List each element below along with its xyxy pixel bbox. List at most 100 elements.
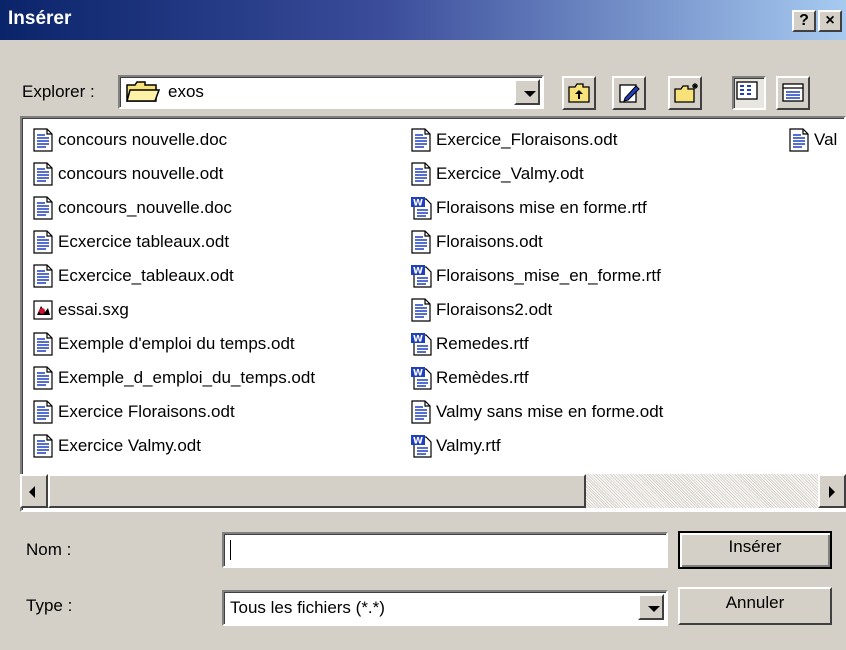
details-view-icon xyxy=(782,83,804,102)
file-name: Exemple_d_emploi_du_temps.odt xyxy=(58,368,316,387)
document-icon xyxy=(32,230,54,254)
file-item[interactable]: Floraisons.odt xyxy=(410,226,543,258)
svg-text:W: W xyxy=(413,267,423,277)
new-folder-button[interactable] xyxy=(668,76,702,110)
chevron-down-icon xyxy=(648,606,660,612)
window-title: Insérer xyxy=(8,8,72,29)
close-icon: × xyxy=(825,12,835,29)
insert-button-label: Insérer xyxy=(728,537,782,556)
document-icon xyxy=(32,264,54,288)
file-name: Floraisons.odt xyxy=(436,232,543,251)
file-name: Ecxercice tableaux.odt xyxy=(58,232,230,251)
document-icon xyxy=(32,128,54,152)
document-icon xyxy=(410,298,432,322)
type-select[interactable]: Tous les fichiers (*.*) xyxy=(222,590,668,626)
document-icon xyxy=(410,128,432,152)
sxg-file-icon xyxy=(32,298,54,322)
file-item[interactable]: W Floraisons mise en forme.rtf xyxy=(410,192,647,224)
file-item[interactable]: W Remedes.rtf xyxy=(410,328,529,360)
file-name: Valmy sans mise en forme.odt xyxy=(436,402,664,421)
cancel-button-label: Annuler xyxy=(725,593,785,612)
arrow-right-icon xyxy=(829,486,835,498)
file-item[interactable]: Exemple_d_emploi_du_temps.odt xyxy=(32,362,315,394)
file-item[interactable]: concours nouvelle.doc xyxy=(32,124,227,156)
close-button[interactable]: × xyxy=(818,10,842,32)
svg-text:W: W xyxy=(413,369,423,379)
document-icon xyxy=(32,332,54,356)
edit-button[interactable] xyxy=(612,76,646,110)
file-item[interactable]: concours nouvelle.odt xyxy=(32,158,223,190)
document-icon xyxy=(410,230,432,254)
explorer-dropdown-button[interactable] xyxy=(514,79,540,105)
file-item[interactable]: Floraisons2.odt xyxy=(410,294,552,326)
explorer-combo[interactable]: exos xyxy=(118,75,544,109)
file-name: concours nouvelle.odt xyxy=(58,164,224,183)
file-item[interactable]: Valmy sans mise en forme.odt xyxy=(410,396,663,428)
file-name: Floraisons mise en forme.rtf xyxy=(436,198,647,217)
file-name: Exercice Floraisons.odt xyxy=(58,402,235,421)
document-icon xyxy=(32,162,54,186)
file-item[interactable]: Val xyxy=(788,124,837,156)
details-view-button[interactable] xyxy=(776,76,810,110)
explorer-folder-name: exos xyxy=(168,82,204,101)
file-name: Floraisons_mise_en_forme.rtf xyxy=(436,266,661,285)
file-name: Floraisons2.odt xyxy=(436,300,553,319)
document-icon xyxy=(788,128,810,152)
file-name: Exemple d'emploi du temps.odt xyxy=(58,334,295,353)
file-item[interactable]: essai.sxg xyxy=(32,294,129,326)
file-item[interactable]: Ecxercice_tableaux.odt xyxy=(32,260,234,292)
horizontal-scrollbar[interactable] xyxy=(20,474,846,508)
explorer-label: Explorer : xyxy=(22,82,95,101)
document-icon xyxy=(32,434,54,458)
file-item[interactable]: W Floraisons_mise_en_forme.rtf xyxy=(410,260,661,292)
file-item[interactable]: Exercice Floraisons.odt xyxy=(32,396,235,428)
file-name: concours nouvelle.doc xyxy=(58,130,228,149)
file-name: Remèdes.rtf xyxy=(436,368,529,387)
help-button[interactable]: ? xyxy=(792,10,816,32)
cancel-button[interactable]: Annuler xyxy=(678,587,832,625)
file-list[interactable]: concours nouvelle.doc concours nouvelle.o… xyxy=(20,116,846,512)
rtf-file-icon: W xyxy=(410,332,432,356)
name-input[interactable] xyxy=(222,532,668,568)
arrow-left-icon xyxy=(29,486,35,498)
file-item[interactable]: Exercice_Floraisons.odt xyxy=(410,124,617,156)
file-name: Exercice_Floraisons.odt xyxy=(436,130,618,149)
title-bar[interactable]: Insérer ? × xyxy=(0,0,846,40)
file-name: Exercice Valmy.odt xyxy=(58,436,201,455)
file-item[interactable]: Exercice Valmy.odt xyxy=(32,430,201,462)
file-name: essai.sxg xyxy=(58,300,129,319)
list-view-icon xyxy=(736,81,758,100)
file-item[interactable]: concours_nouvelle.doc xyxy=(32,192,232,224)
up-one-level-icon xyxy=(568,83,590,103)
scrollbar-thumb[interactable] xyxy=(48,474,586,508)
up-one-level-button[interactable] xyxy=(562,76,596,110)
document-icon xyxy=(410,162,432,186)
scroll-right-button[interactable] xyxy=(818,474,846,508)
document-icon xyxy=(32,196,54,220)
file-name: Exercice_Valmy.odt xyxy=(436,164,584,183)
file-name: Ecxercice_tableaux.odt xyxy=(58,266,234,285)
rtf-file-icon: W xyxy=(410,366,432,390)
name-label: Nom : xyxy=(26,540,72,559)
insert-button[interactable]: Insérer xyxy=(678,531,832,569)
list-view-button[interactable] xyxy=(732,76,766,110)
document-icon xyxy=(32,400,54,424)
type-dropdown-button[interactable] xyxy=(638,594,664,620)
file-item[interactable]: Exercice_Valmy.odt xyxy=(410,158,584,190)
svg-text:W: W xyxy=(413,437,423,447)
file-item[interactable]: W Valmy.rtf xyxy=(410,430,501,462)
svg-text:W: W xyxy=(413,335,423,345)
edit-pencil-icon xyxy=(619,84,640,103)
rtf-file-icon: W xyxy=(410,434,432,458)
document-icon xyxy=(410,400,432,424)
file-item[interactable]: Exemple d'emploi du temps.odt xyxy=(32,328,295,360)
chevron-down-icon xyxy=(524,91,536,97)
scroll-left-button[interactable] xyxy=(20,474,48,508)
help-icon: ? xyxy=(799,12,809,29)
file-item[interactable]: W Remèdes.rtf xyxy=(410,362,529,394)
file-name: concours_nouvelle.doc xyxy=(58,198,232,217)
type-label: Type : xyxy=(26,596,73,615)
file-name: Val xyxy=(814,130,838,149)
folder-icon xyxy=(126,81,161,108)
file-item[interactable]: Ecxercice tableaux.odt xyxy=(32,226,229,258)
